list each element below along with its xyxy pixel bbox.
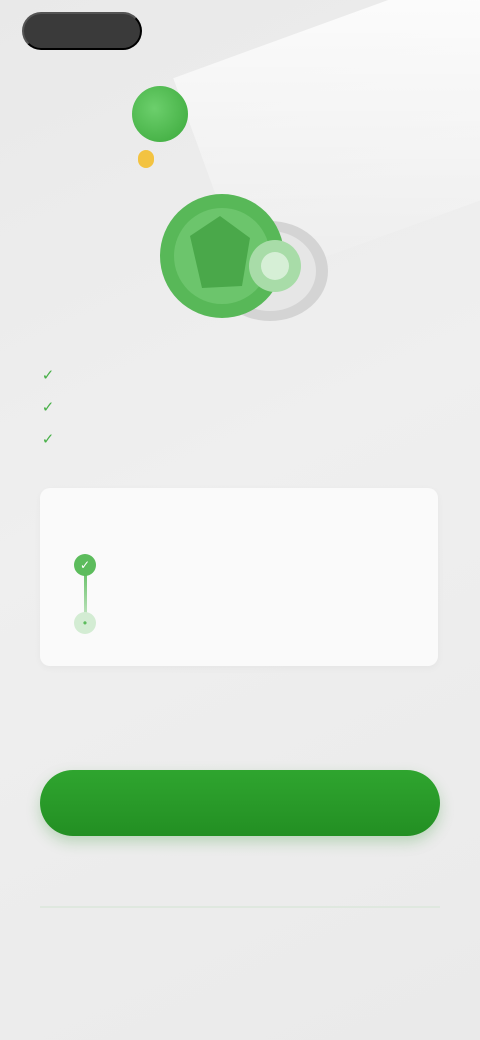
close-button[interactable] bbox=[22, 12, 142, 50]
hero-illustration-icon bbox=[160, 194, 328, 321]
terms-link[interactable] bbox=[130, 1008, 350, 1034]
restore-top-link[interactable] bbox=[360, 20, 450, 42]
brand-header bbox=[132, 86, 342, 142]
trial-timeline-card: ✓ • bbox=[40, 488, 438, 666]
check-icon: ✓ bbox=[41, 431, 55, 448]
unlock-icon: ✓ bbox=[74, 554, 96, 576]
check-icon: ✓ bbox=[41, 399, 55, 416]
top-bar bbox=[22, 12, 450, 52]
feature-list: ✓ ✓ ✓ bbox=[40, 360, 400, 456]
bell-icon: • bbox=[74, 612, 96, 634]
premium-badge bbox=[138, 150, 154, 168]
feature-item: ✓ bbox=[40, 392, 400, 424]
hero-illustration bbox=[150, 176, 340, 326]
view-plans-link[interactable] bbox=[140, 864, 340, 890]
divider bbox=[40, 906, 440, 908]
brand-logo bbox=[132, 86, 188, 142]
feature-item: ✓ bbox=[40, 360, 400, 392]
check-icon: ✓ bbox=[41, 367, 55, 384]
start-trial-button[interactable] bbox=[40, 770, 440, 836]
restore-purchase-link[interactable] bbox=[150, 938, 330, 964]
feature-item: ✓ bbox=[40, 424, 400, 456]
screen: ✓ ✓ ✓ ✓ • bbox=[0, 0, 480, 1040]
